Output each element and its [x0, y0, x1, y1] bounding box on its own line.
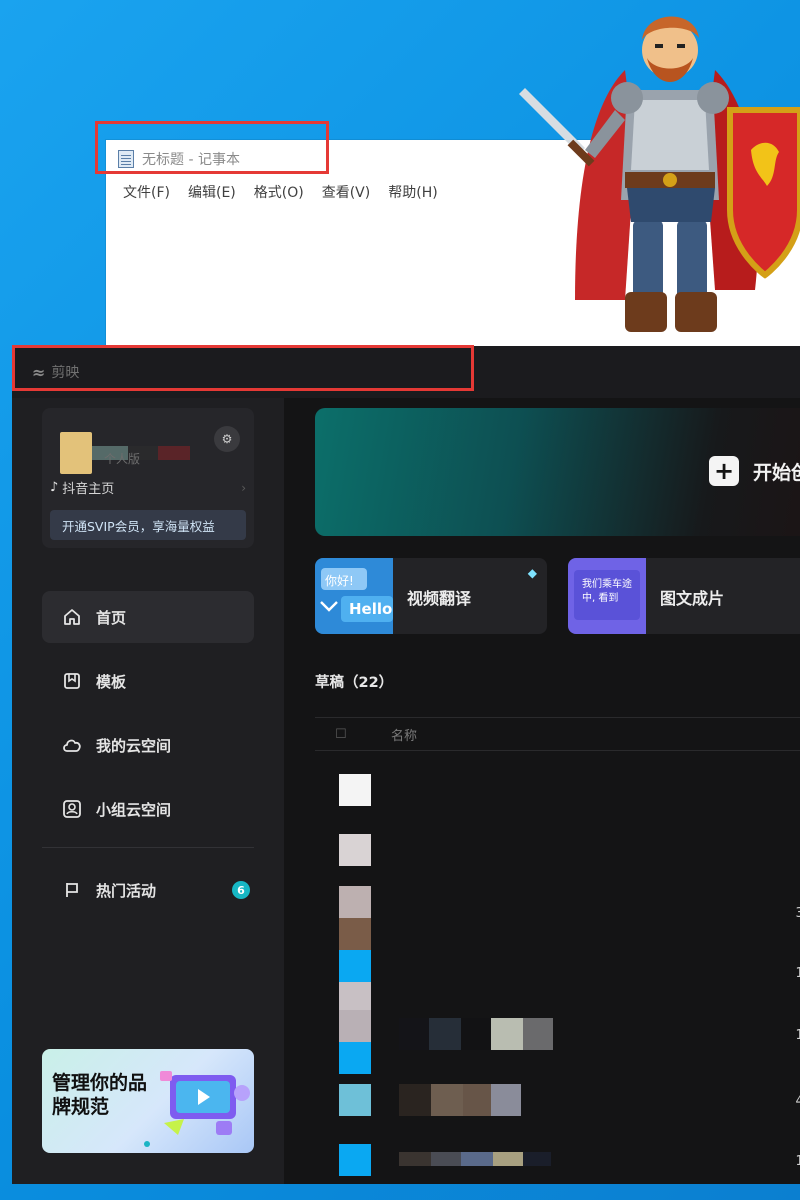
notepad-icon	[118, 150, 134, 168]
main-content: + 开始创作 你好! Hello 视频翻译 ◆ 我们乘车途中, 看到 图文成片	[284, 398, 800, 1184]
sidebar-item-events[interactable]: 热门活动 6	[42, 864, 254, 916]
blurred-draft-name	[399, 1152, 551, 1166]
draft-thumbnail	[339, 1010, 371, 1042]
user-card: 个人版 ⚙ ♪ 抖音主页 › 开通SVIP会员，享海量权益	[42, 408, 254, 548]
draft-thumbnail	[339, 1042, 371, 1074]
select-all-checkbox[interactable]: ☐	[335, 727, 347, 742]
table-row[interactable]: 31	[315, 886, 800, 950]
table-row[interactable]: 3	[315, 770, 800, 810]
draft-meta: 18	[795, 1154, 800, 1169]
sidebar-nav: 首页 模板 我的云空间 小组云空间 热门活动 6	[42, 591, 254, 928]
blurred-draft-name	[399, 1018, 553, 1050]
nav-divider	[42, 847, 254, 848]
thumb-text-hello: Hello	[349, 600, 393, 618]
table-row[interactable]: 13	[315, 1010, 800, 1074]
warrior-illustration	[519, 16, 800, 332]
menu-edit[interactable]: 编辑(E)	[179, 182, 245, 202]
draft-thumbnail	[339, 950, 371, 982]
app-title: 剪映	[51, 365, 80, 381]
draft-thumbnail	[339, 886, 371, 918]
sidebar-item-label: 模板	[96, 672, 127, 691]
cloud-icon	[62, 736, 82, 754]
table-row[interactable]: 46	[315, 1082, 800, 1122]
flag-icon	[62, 881, 82, 899]
column-name[interactable]: 名称	[391, 725, 417, 744]
notepad-title: 无标题 - 记事本	[142, 152, 240, 168]
table-row[interactable]: 3	[315, 830, 800, 870]
douyin-icon: ♪	[50, 480, 59, 495]
app-titlebar[interactable]: ≈ 剪映	[12, 346, 800, 398]
plus-icon: +	[709, 456, 739, 486]
tool-label: 视频翻译	[407, 589, 472, 608]
draft-thumbnail	[339, 918, 371, 950]
svip-button[interactable]: 开通SVIP会员，享海量权益	[50, 510, 246, 540]
start-creating-label: + 开始创作	[709, 456, 800, 486]
chevron-right-icon: ›	[241, 480, 246, 495]
sidebar-item-label: 首页	[96, 608, 127, 627]
tool-label: 图文成片	[660, 589, 725, 608]
start-creating-button[interactable]: + 开始创作	[315, 408, 800, 536]
sidebar-item-label: 热门活动	[96, 881, 157, 900]
jianying-window[interactable]: ≈ 剪映 个人版 ⚙ ♪ 抖音主页 › 开通SVIP会员，享海量权益 首页 模板…	[12, 346, 800, 1184]
draft-meta: 31	[795, 906, 800, 921]
carousel-dot[interactable]	[144, 1141, 150, 1147]
draft-thumbnail	[339, 1084, 371, 1116]
sidebar-item-my-cloud[interactable]: 我的云空间	[42, 719, 254, 771]
blurred-draft-name	[399, 1084, 521, 1116]
menu-file[interactable]: 文件(F)	[114, 182, 179, 202]
sidebar: 个人版 ⚙ ♪ 抖音主页 › 开通SVIP会员，享海量权益 首页 模板 我的云空…	[12, 398, 284, 1184]
menu-format[interactable]: 格式(O)	[245, 182, 313, 202]
thumb-text-ni-hao: 你好!	[325, 574, 354, 588]
group-cloud-icon	[62, 799, 82, 819]
menu-view[interactable]: 查看(V)	[313, 182, 380, 202]
draft-thumbnail	[339, 1144, 371, 1176]
draft-thumbnail	[339, 774, 371, 806]
draft-meta: 13	[795, 966, 800, 981]
douyin-label: 抖音主页	[62, 482, 115, 497]
draft-meta: 13	[795, 1028, 800, 1043]
start-text: 开始创作	[753, 461, 800, 484]
video-translate-thumbnail	[315, 558, 393, 634]
sidebar-item-home[interactable]: 首页	[42, 591, 254, 643]
drafts-title: 草稿（22）	[315, 675, 394, 691]
jianying-logo-icon: ≈	[32, 362, 46, 382]
settings-icon[interactable]: ⚙	[214, 426, 240, 452]
blurred-username	[158, 446, 190, 460]
douyin-homepage-link[interactable]: ♪ 抖音主页 ›	[50, 478, 246, 497]
avatar[interactable]	[60, 432, 92, 474]
draft-thumbnail	[339, 834, 371, 866]
brand-promo-banner[interactable]: 管理你的品牌规范	[42, 1049, 254, 1153]
sidebar-item-label: 我的云空间	[96, 736, 172, 755]
promo-title: 管理你的品牌规范	[52, 1072, 148, 1118]
events-badge: 6	[232, 881, 250, 899]
template-icon	[62, 672, 82, 690]
thumb-caption: 我们乘车途中, 看到	[582, 579, 632, 604]
sidebar-item-group-cloud[interactable]: 小组云空间	[42, 783, 254, 835]
sidebar-item-template[interactable]: 模板	[42, 655, 254, 707]
menu-help[interactable]: 帮助(H)	[379, 182, 446, 202]
vip-diamond-icon: ◆	[527, 566, 537, 580]
home-icon	[62, 608, 82, 626]
table-row[interactable]: 18	[315, 1142, 800, 1182]
draft-meta: 46	[795, 1094, 800, 1109]
sidebar-item-label: 小组云空间	[96, 800, 172, 819]
promo-illustration	[160, 1071, 250, 1135]
user-edition: 个人版	[104, 452, 141, 466]
video-translate-card[interactable]: 你好! Hello 视频翻译 ◆	[315, 558, 547, 634]
text-to-video-card[interactable]: 我们乘车途中, 看到 图文成片	[568, 558, 800, 634]
table-row[interactable]: 13	[315, 950, 800, 1014]
drafts-list-header: ☐ 名称	[315, 717, 800, 751]
